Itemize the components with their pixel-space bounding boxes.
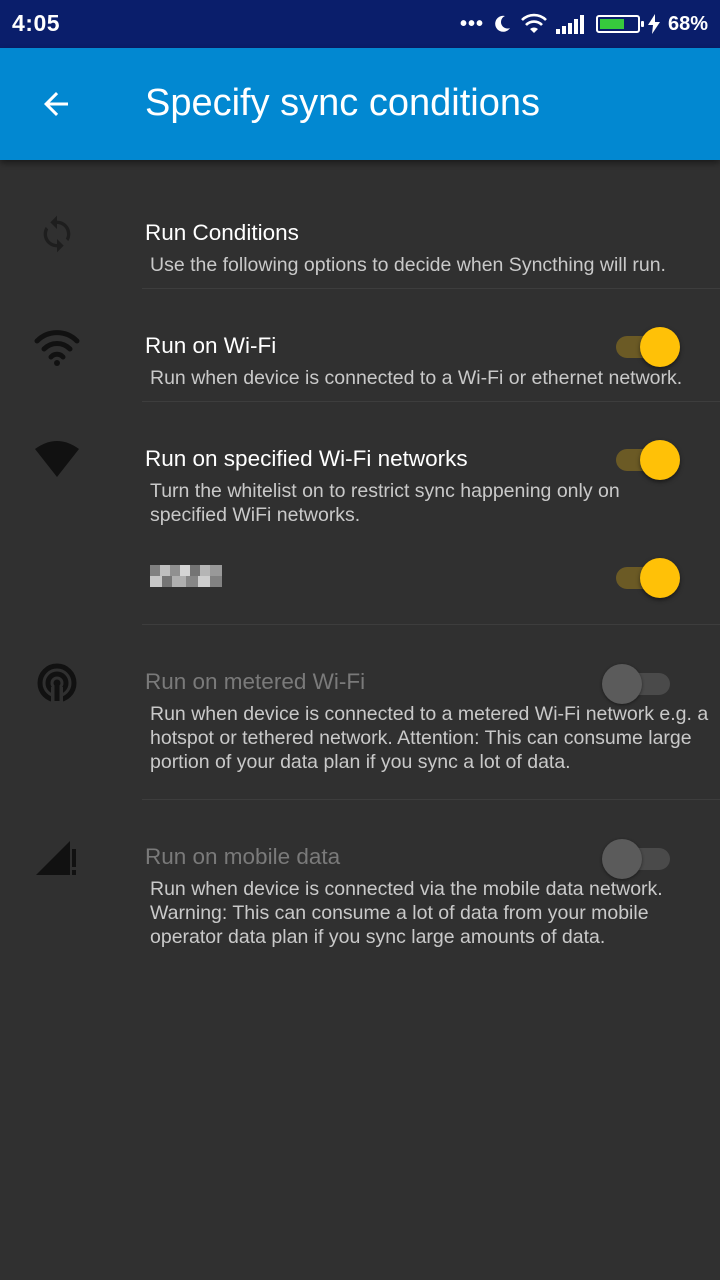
charging-bolt-icon (647, 14, 660, 34)
battery-percent: 68% (667, 12, 708, 35)
status-time: 4:05 (12, 10, 61, 36)
moon-icon (495, 15, 510, 32)
wifi-network-switch[interactable] (610, 556, 682, 598)
switch-thumb (602, 664, 642, 704)
pref-summary: Run when device is connected to a Wi-Fi … (150, 367, 683, 389)
run-on-wifi-switch[interactable] (610, 325, 682, 367)
status-icons: ••• 68% (460, 9, 708, 39)
mobile-data-switch[interactable] (602, 837, 684, 879)
switch-thumb (640, 327, 680, 367)
status-bar: 4:05 ••• 68% (0, 0, 720, 48)
sync-icon (30, 207, 84, 261)
metered-wifi-switch[interactable] (602, 662, 684, 704)
divider (142, 799, 720, 800)
page-title: Specify sync conditions (145, 82, 540, 124)
switch-thumb (640, 440, 680, 480)
pref-title: Run Conditions (145, 220, 299, 245)
pref-title: Run on Wi-Fi (145, 333, 277, 358)
battery-fill (599, 19, 624, 29)
cell-signal-icon (555, 15, 584, 34)
cell-warning-icon (30, 830, 84, 884)
battery-icon (595, 15, 644, 33)
divider (142, 288, 720, 289)
hotspot-icon (30, 656, 84, 710)
wifi-icon (30, 320, 84, 374)
pref-title: Run on mobile data (145, 844, 341, 869)
pref-summary: Use the following options to decide when… (150, 254, 666, 276)
back-button[interactable] (24, 80, 88, 128)
dots-icon: ••• (459, 12, 484, 35)
app-bar: Specify sync conditions (0, 48, 720, 160)
wifi-network-name-redacted (150, 565, 222, 587)
divider (142, 624, 720, 625)
pref-summary: Turn the whitelist on to restrict sync h… (150, 480, 620, 526)
pref-summary: Run when device is connected via the mob… (150, 878, 663, 948)
pref-title: Run on metered Wi-Fi (145, 669, 366, 694)
specified-wifi-switch[interactable] (610, 438, 682, 480)
pref-summary: Run when device is connected to a metere… (150, 703, 709, 773)
arrow-back-icon (44, 92, 68, 116)
wifi-filled-icon (30, 432, 84, 486)
pref-title: Run on specified Wi-Fi networks (145, 446, 468, 471)
divider (142, 401, 720, 402)
wifi-signal-icon (521, 13, 547, 33)
switch-thumb (602, 839, 642, 879)
switch-thumb (640, 558, 680, 598)
